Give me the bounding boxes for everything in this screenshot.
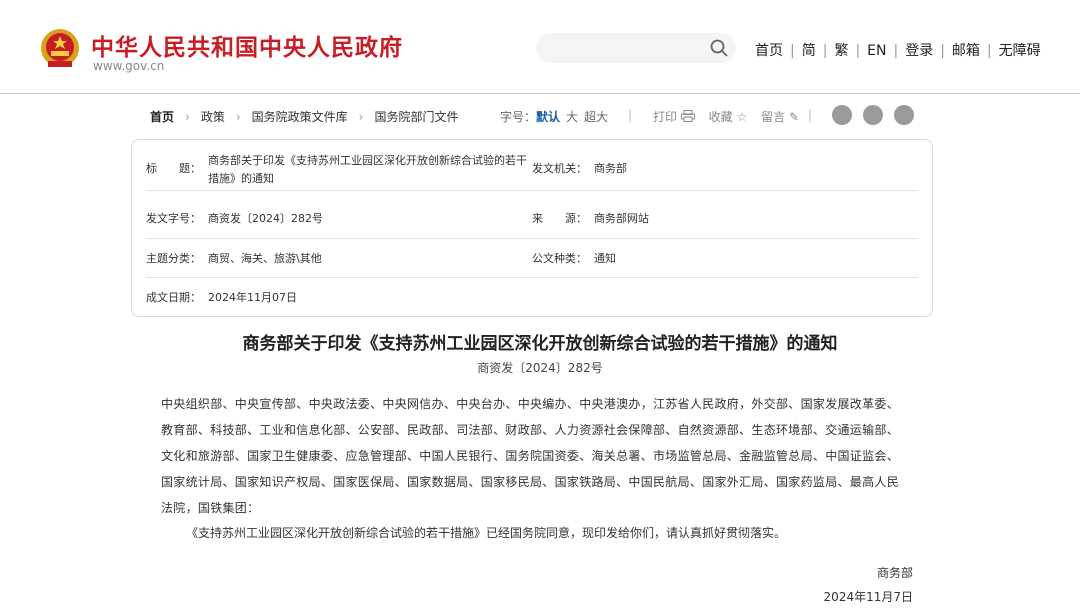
font-size-xlarge[interactable]: 超大 bbox=[584, 110, 608, 124]
national-emblem-icon[interactable] bbox=[40, 28, 80, 70]
printer-icon bbox=[680, 110, 695, 122]
font-size-label: 字号： bbox=[500, 110, 537, 124]
nav-traditional[interactable]: 繁 bbox=[834, 43, 848, 59]
wechat-share-icon[interactable] bbox=[863, 105, 883, 125]
breadcrumb-home[interactable]: 首页 bbox=[150, 110, 174, 124]
pencil-icon: ✎ bbox=[788, 110, 800, 124]
source-value: 商务部网站 bbox=[594, 212, 649, 225]
issuer-label: 发文机关： bbox=[532, 162, 587, 175]
nav-login[interactable]: 登录 bbox=[905, 43, 933, 59]
topic-value: 商贸、海关、旅游\其他 bbox=[208, 252, 322, 265]
title-label: 标 题： bbox=[146, 162, 201, 175]
date-value: 2024年11月07日 bbox=[208, 291, 297, 304]
title-value: 商务部关于印发《支持苏州工业园区深化开放创新综合试验的若干措施》的通知 bbox=[208, 154, 527, 185]
divider: | bbox=[808, 108, 813, 122]
breadcrumb-department-docs[interactable]: 国务院部门文件 bbox=[374, 110, 458, 124]
info-row-docno: 发文字号： 商资发〔2024〕282号 来 源： 商务部网站 bbox=[146, 198, 918, 239]
info-row-title: 标 题： 商务部关于印发《支持苏州工业园区深化开放创新综合试验的若干措施》的通知… bbox=[146, 152, 918, 191]
issuer-value: 商务部 bbox=[594, 162, 627, 175]
breadcrumb-policy-library[interactable]: 国务院政策文件库 bbox=[252, 110, 348, 124]
topic-label: 主题分类： bbox=[146, 252, 201, 265]
print-label: 打印 bbox=[653, 110, 678, 124]
info-row-date: 成文日期： 2024年11月07日 bbox=[146, 277, 918, 315]
signature: 商务部 bbox=[876, 566, 913, 580]
nav-accessibility[interactable]: 无障碍 bbox=[999, 43, 1041, 59]
recipients-paragraph: 中央组织部、中央宣传部、中央政法委、中央网信办、中央台办、中央编办、中央港澳办，… bbox=[161, 397, 900, 515]
info-row-topic: 主题分类： 商贸、海关、旅游\其他 公文种类： 通知 bbox=[146, 238, 918, 278]
body-paragraph: 《支持苏州工业园区深化开放创新综合试验的若干措施》已经国务院同意，现印发给你们，… bbox=[186, 526, 787, 540]
search-icon[interactable] bbox=[710, 39, 728, 57]
nav-mail[interactable]: 邮箱 bbox=[952, 43, 980, 59]
date-label: 成文日期： bbox=[146, 291, 201, 304]
document-title: 商务部关于印发《支持苏州工业园区深化开放创新综合试验的若干措施》的通知 bbox=[242, 334, 838, 354]
breadcrumb: 首页 › 政策 › 国务院政策文件库 › 国务院部门文件 bbox=[150, 110, 459, 124]
star-icon: ☆ bbox=[736, 110, 748, 124]
favorite-share-icon[interactable] bbox=[894, 105, 914, 125]
nav-simplified[interactable]: 简 bbox=[802, 43, 816, 59]
comment-label: 留言 bbox=[761, 110, 786, 124]
top-nav: 首页 | 简 | 繁 | EN | 登录 | 邮箱 | 无障碍 bbox=[755, 43, 1041, 59]
document-number: 商资发〔2024〕282号 bbox=[477, 361, 603, 375]
nav-english[interactable]: EN bbox=[867, 43, 886, 59]
weibo-share-icon[interactable] bbox=[832, 105, 852, 125]
nav-home[interactable]: 首页 bbox=[755, 43, 783, 59]
breadcrumb-policy[interactable]: 政策 bbox=[201, 110, 225, 124]
favorite-button[interactable]: 收藏 ☆ bbox=[709, 110, 748, 124]
search-input[interactable] bbox=[536, 33, 736, 63]
font-size-default[interactable]: 默认 bbox=[536, 110, 560, 124]
favorite-label: 收藏 bbox=[708, 110, 733, 124]
site-header: 中华人民共和国中央人民政府 www.gov.cn 首页 | 简 | 繁 | EN | 登录 | 邮箱… bbox=[0, 0, 1080, 94]
tools: 打印 收藏 ☆ 留言 ✎ bbox=[653, 108, 809, 125]
document-info-table: 标 题： 商务部关于印发《支持苏州工业园区深化开放创新综合试验的若干措施》的通知… bbox=[131, 139, 933, 317]
type-value: 通知 bbox=[594, 252, 616, 265]
docno-label: 发文字号： bbox=[146, 212, 201, 225]
issue-date: 2024年11月7日 bbox=[823, 590, 913, 604]
font-size-large[interactable]: 大 bbox=[566, 110, 578, 124]
type-label: 公文种类： bbox=[532, 252, 587, 265]
font-size-switcher: 字号：默认大超大 bbox=[500, 108, 608, 125]
site-title[interactable]: 中华人民共和国中央人民政府 bbox=[91, 28, 403, 62]
divider: | bbox=[628, 108, 633, 122]
source-label: 来 源： bbox=[532, 212, 587, 225]
site-url: www.gov.cn bbox=[93, 59, 165, 73]
comment-button[interactable]: 留言 ✎ bbox=[761, 110, 799, 124]
docno-value: 商资发〔2024〕282号 bbox=[208, 212, 323, 225]
print-button[interactable]: 打印 bbox=[653, 110, 695, 124]
